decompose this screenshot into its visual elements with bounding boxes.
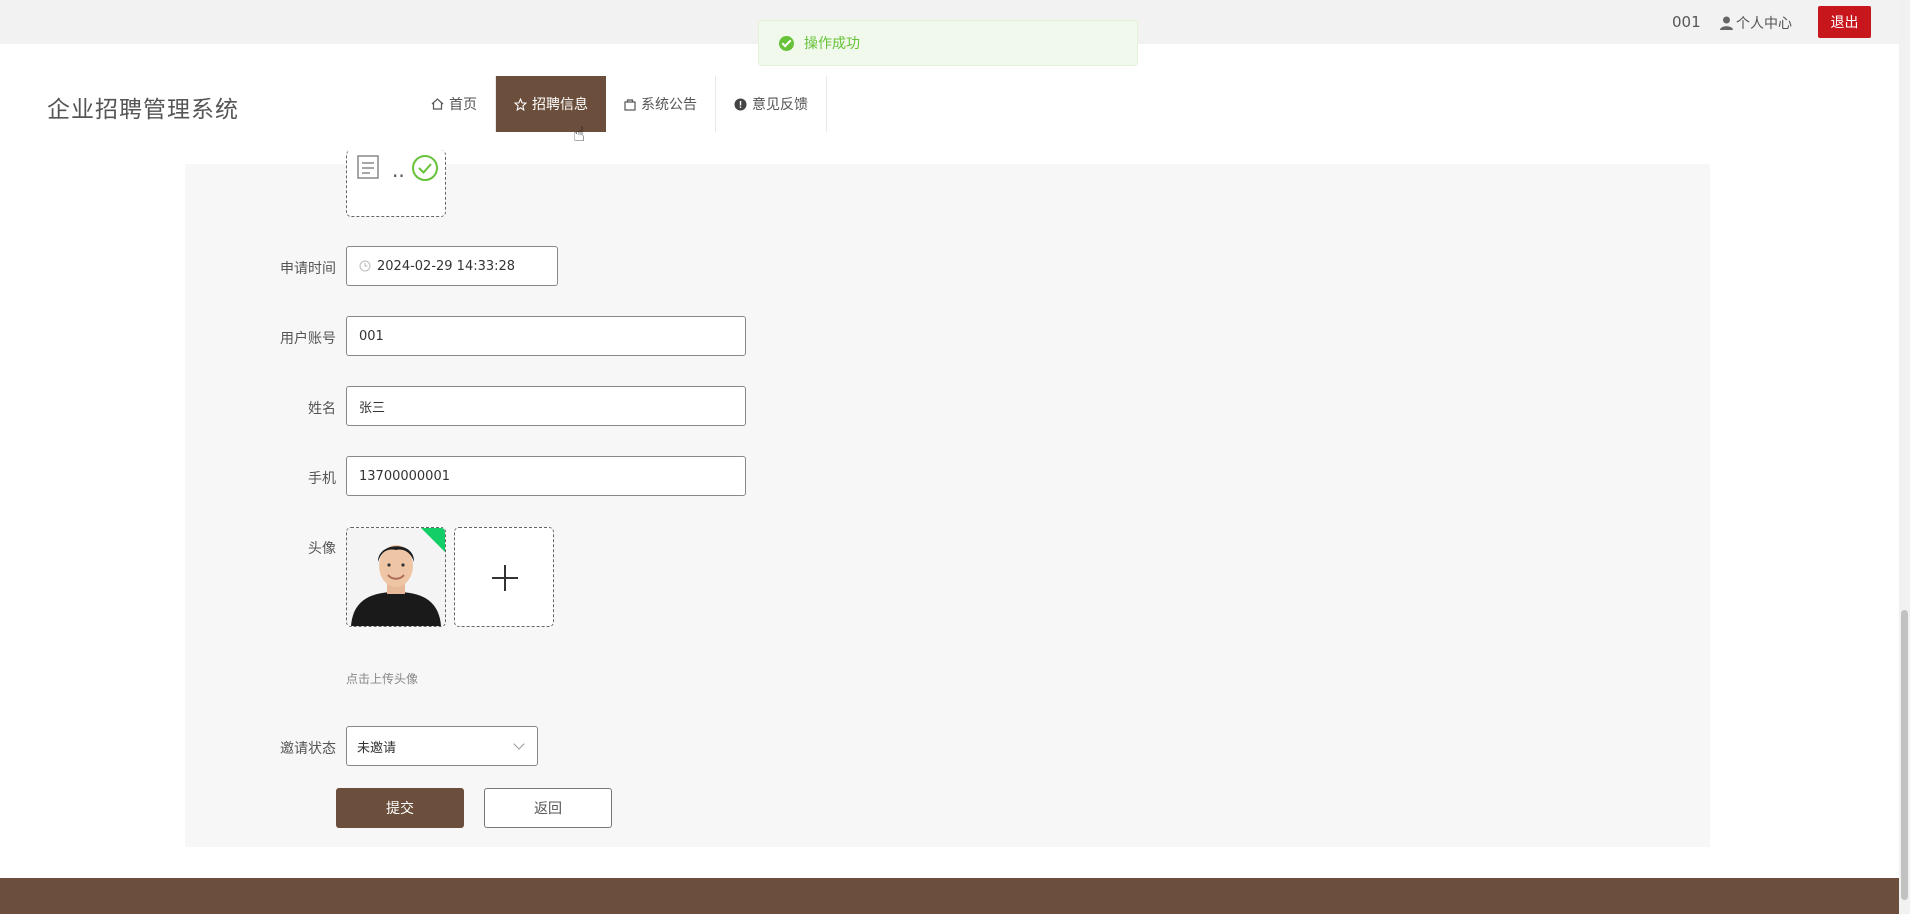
footer <box>0 878 1899 914</box>
success-check-icon <box>779 35 794 51</box>
alert-icon <box>734 98 747 110</box>
phone-label: 手机 <box>308 471 336 487</box>
user-center-label: 个人中心 <box>1736 16 1792 32</box>
invite-status-label: 邀请状态 <box>280 741 336 757</box>
invite-status-value: 未邀请 <box>357 740 397 756</box>
nav-label-notice: 系统公告 <box>641 97 697 113</box>
nav-item-recruit[interactable]: 招聘信息 <box>496 76 606 132</box>
scrollbar-thumb[interactable] <box>1901 610 1908 900</box>
check-circle-icon <box>412 155 438 181</box>
apply-time-label: 申请时间 <box>280 261 336 277</box>
clock-icon <box>359 260 371 272</box>
success-toast: 操作成功 <box>758 20 1138 66</box>
invite-status-select[interactable]: 未邀请 <box>346 726 538 766</box>
name-input[interactable] <box>346 386 746 426</box>
nav-item-feedback[interactable]: 意见反馈 <box>716 76 827 132</box>
resume-upload-box[interactable]: .. <box>346 150 446 217</box>
account-label: 用户账号 <box>280 331 336 347</box>
upload-success-corner <box>420 528 445 553</box>
file-ellipsis: .. <box>392 158 405 182</box>
back-button[interactable]: 返回 <box>484 788 612 828</box>
avatar-thumbnail[interactable] <box>346 527 446 627</box>
plus-icon <box>492 565 518 591</box>
document-icon <box>357 155 379 179</box>
main-nav: 首页 招聘信息 系统公告 意见反馈 <box>413 76 827 132</box>
home-icon <box>431 98 444 110</box>
user-icon <box>1720 16 1733 30</box>
nav-item-notice[interactable]: 系统公告 <box>606 76 716 132</box>
nav-item-home[interactable]: 首页 <box>413 76 496 132</box>
mouse-cursor-icon: ☝ <box>573 122 586 146</box>
apply-time-field[interactable]: 2024-02-29 14:33:28 <box>346 246 558 286</box>
user-center-link[interactable]: 个人中心 <box>1720 13 1792 33</box>
logout-button[interactable]: 退出 <box>1818 6 1871 38</box>
bag-icon <box>624 98 636 111</box>
avatar-upload-hint: 点击上传头像 <box>346 672 419 686</box>
account-id: 001 <box>1672 13 1701 31</box>
site-brand: 企业招聘管理系统 <box>47 97 239 123</box>
apply-time-value: 2024-02-29 14:33:28 <box>377 258 516 274</box>
phone-input[interactable] <box>346 456 746 496</box>
nav-label-home: 首页 <box>449 97 477 113</box>
submit-button[interactable]: 提交 <box>336 788 464 828</box>
nav-label-recruit: 招聘信息 <box>532 97 588 113</box>
name-label: 姓名 <box>308 401 336 417</box>
avatar-label: 头像 <box>308 541 336 557</box>
avatar-upload-button[interactable] <box>454 527 554 627</box>
toast-message: 操作成功 <box>804 36 860 52</box>
star-icon <box>514 97 527 111</box>
nav-label-feedback: 意见反馈 <box>752 97 808 113</box>
account-input[interactable] <box>346 316 746 356</box>
